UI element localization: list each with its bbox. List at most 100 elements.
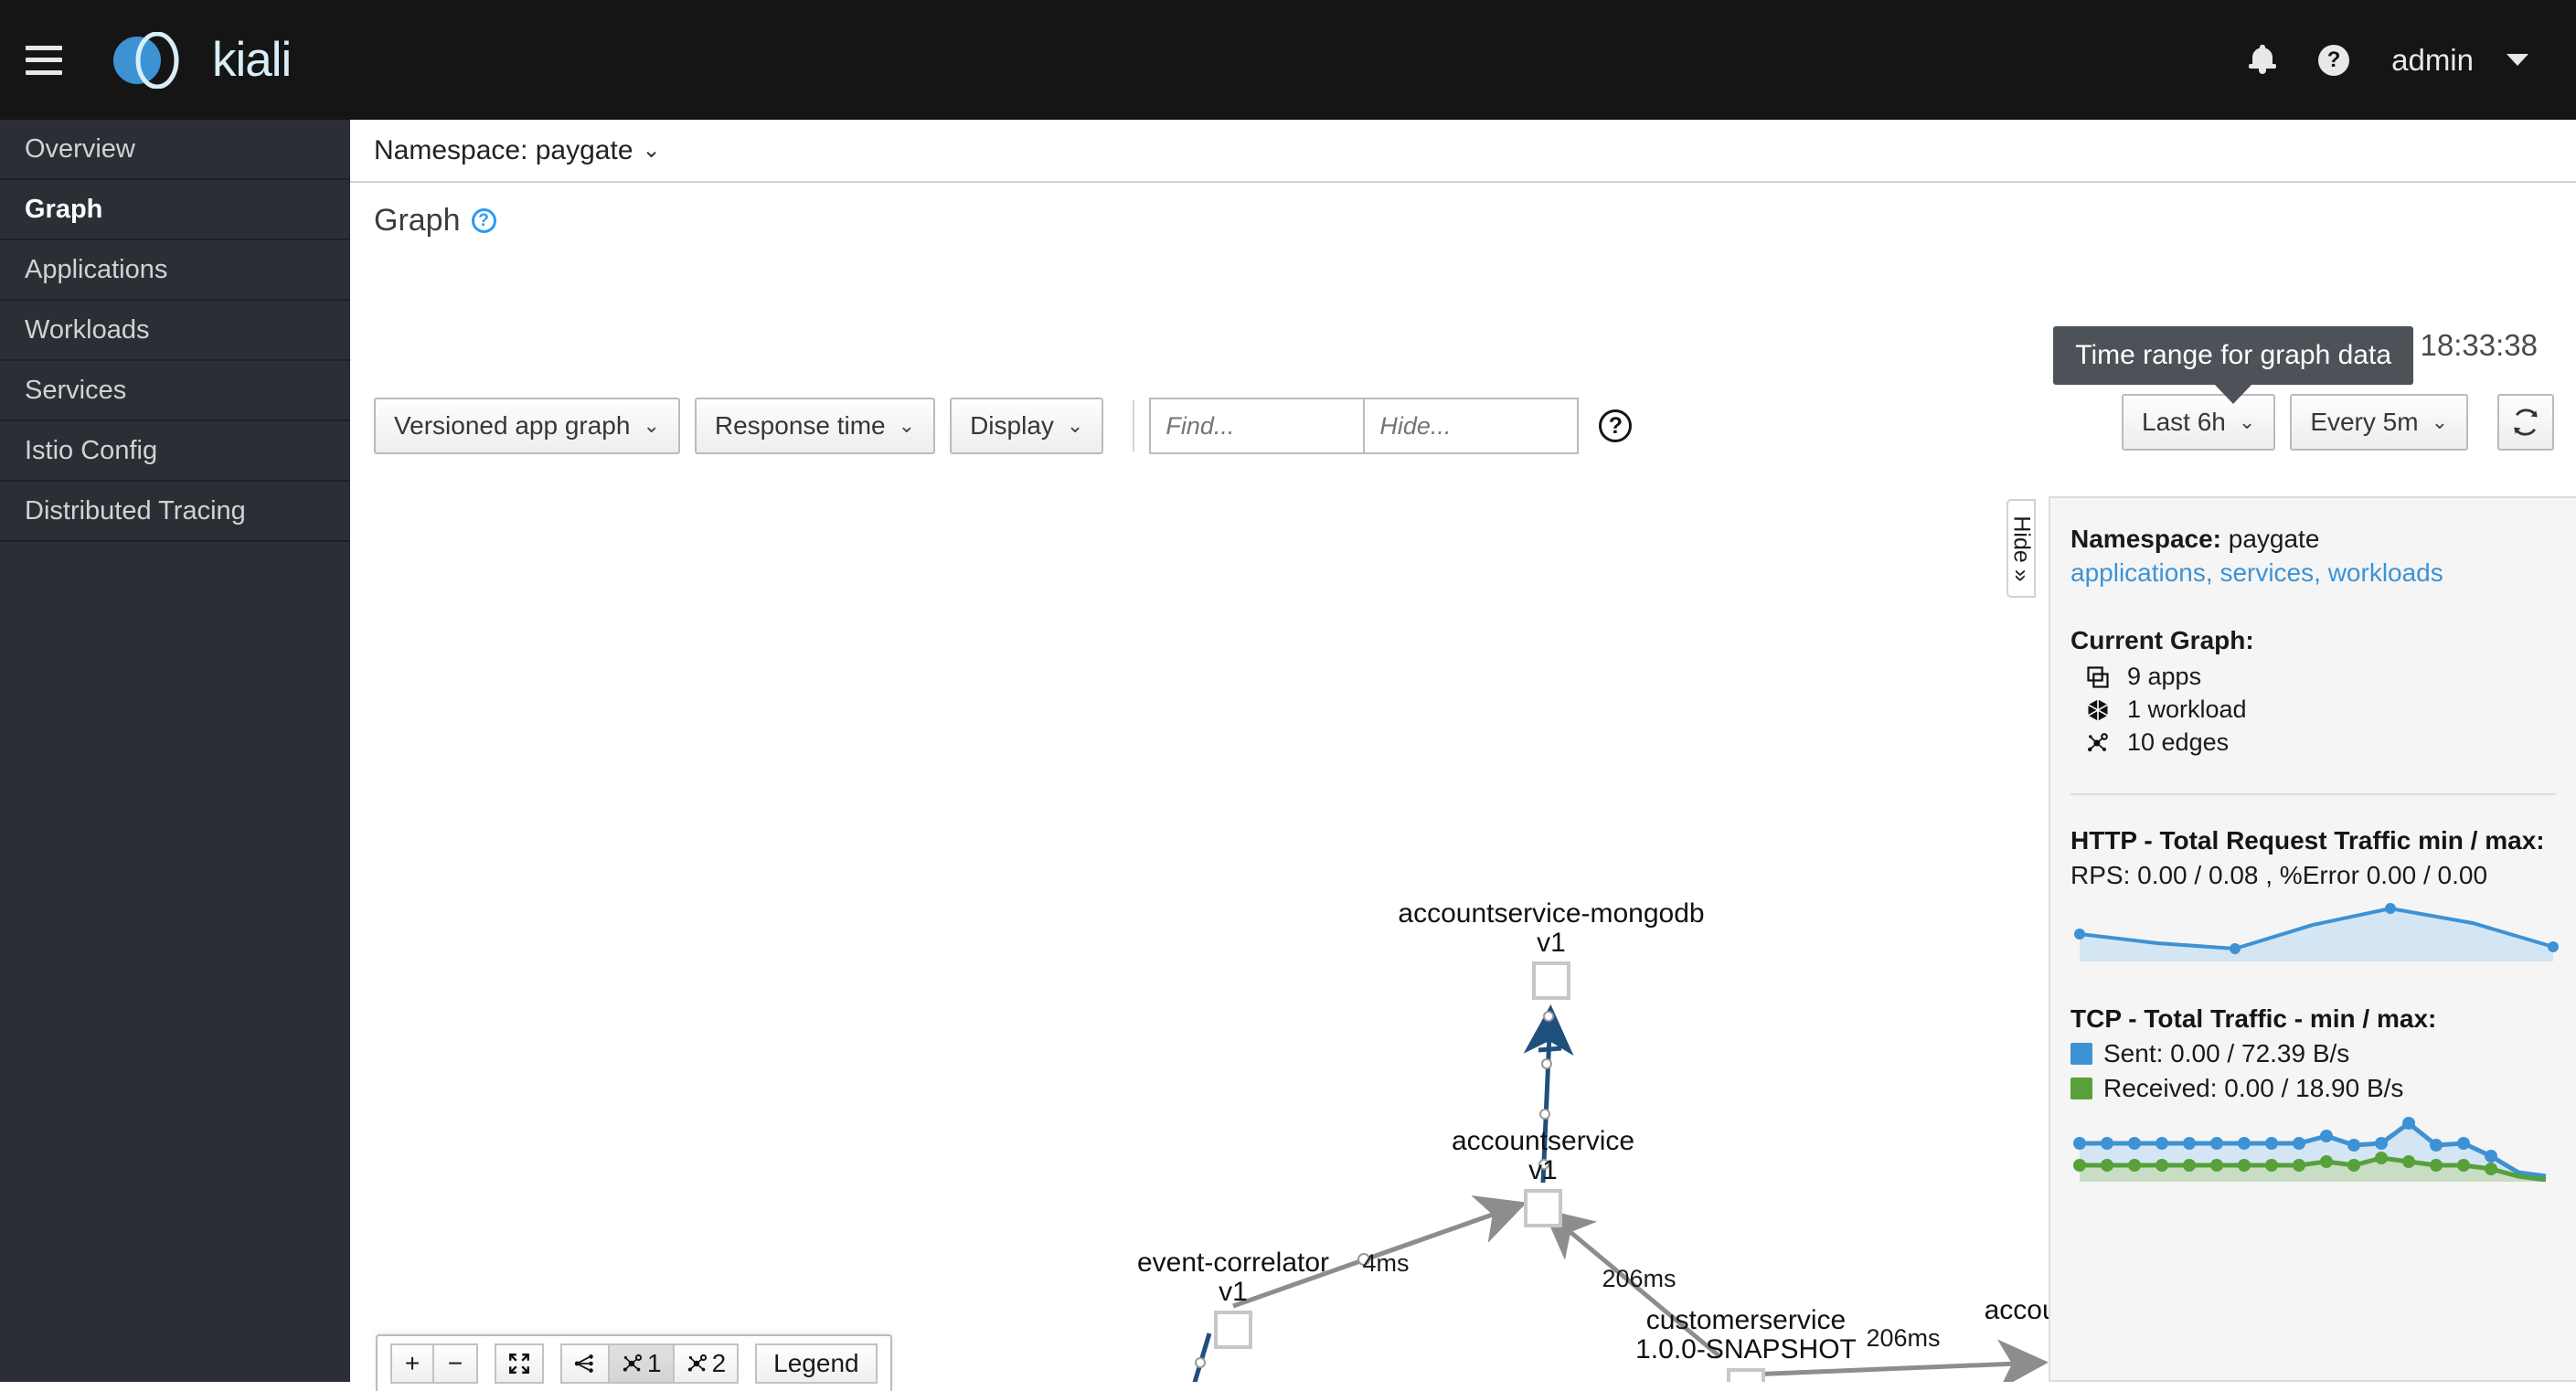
panel-divider [2070,793,2556,795]
edge-customerservice-accountservice[interactable] [1542,1208,1721,1358]
hide-input[interactable] [1364,398,1580,454]
edge-event-correlator-kafka[interactable] [1155,1333,1212,1382]
hide-panel-toggle[interactable]: Hide » [2007,499,2036,598]
graph-node-accountservice-mongodb[interactable] [1532,961,1570,1000]
bell-icon[interactable] [2249,44,2277,76]
sidebar-item-distributed-tracing[interactable]: Distributed Tracing [0,482,350,542]
chevron-down-icon: ⌄ [1066,414,1084,437]
current-graph-heading: Current Graph: [2070,626,2254,654]
link-applications[interactable]: applications [2070,558,2206,587]
sidebar-item-label: Services [25,375,127,405]
graph-node-accountservice[interactable] [1524,1189,1562,1227]
graph-type-label: Versioned app graph [394,411,631,440]
layout-dagre-icon [574,1354,593,1373]
help-circle-icon[interactable]: ? [2318,44,2350,76]
chevron-down-icon [2507,54,2528,66]
masthead-actions: ? admin [2249,43,2528,78]
layout-2-button[interactable]: 2 [674,1343,740,1384]
time-range-dropdown[interactable]: Last 6h ⌄ [2122,394,2276,451]
user-menu[interactable]: admin [2391,43,2528,78]
stat-apps-text: 9 apps [2127,663,2202,690]
graph-node-event-correlator[interactable] [1214,1311,1252,1349]
time-range-label: Last 6h [2142,408,2226,436]
tcp-metric-block: TCP - Total Traffic - min / max: Sent: 0… [2070,1004,2556,1186]
stat-workloads-text: 1 workload [2127,696,2247,723]
http-metric-title: HTTP - Total Request Traffic min / max: [2070,826,2545,855]
tcp-metric-title: TCP - Total Traffic - min / max: [2070,1004,2437,1033]
time-controls: Last 6h ⌄ Every 5m ⌄ [2122,394,2554,451]
find-input[interactable] [1149,398,1365,454]
graph-summary-panel: Namespace: paygate applications, service… [2049,496,2576,1382]
graph-type-dropdown[interactable]: Versioned app graph ⌄ [374,398,680,454]
page-header: Graph ? [350,183,2576,239]
fit-to-screen-button[interactable] [495,1343,544,1384]
brand-name: kiali [212,33,292,87]
edge-customerservice-accountprofile[interactable] [1748,1339,2049,1382]
panel-links: applications, services, workloads [2070,558,2443,587]
sidebar-item-graph[interactable]: Graph [0,180,350,240]
chevron-down-icon: ⌄ [643,414,660,437]
edges-topology-icon [2088,732,2108,751]
panel-namespace-value: paygate [2228,525,2320,553]
tcp-legend-received: Received: 0.00 / 18.90 B/s [2070,1074,2556,1103]
sidebar-item-workloads[interactable]: Workloads [0,301,350,361]
tcp-legend-sent: Sent: 0.00 / 72.39 B/s [2070,1039,2556,1068]
namespace-selector[interactable]: Namespace: paygate ⌄ [350,120,2576,183]
layout-1-button[interactable]: 1 [610,1343,675,1384]
sidebar-item-label: Graph [25,194,103,224]
graph-node-customerservice[interactable] [1727,1368,1765,1382]
namespace-label: Namespace: paygate [374,134,633,165]
find-hide-group [1149,398,1580,454]
stat-workloads: 1 workload [2085,696,2556,724]
edge-metric-dropdown[interactable]: Response time ⌄ [694,398,936,454]
sidebar-item-label: Distributed Tracing [25,495,246,526]
layout-2-label: 2 [711,1349,727,1377]
link-workloads[interactable]: workloads [2328,558,2443,587]
sidebar-item-applications[interactable]: Applications [0,240,350,301]
display-dropdown[interactable]: Display ⌄ [950,398,1104,454]
user-name: admin [2391,42,2474,77]
edge-event-correlator-accountservice[interactable] [1232,1195,1528,1309]
page-title: Graph [374,203,461,238]
fit-controls [495,1343,544,1384]
sidebar-item-label: Applications [25,254,168,284]
sidebar-item-overview[interactable]: Overview [0,120,350,180]
main-content: Namespace: paygate ⌄ Graph ? Versioned a… [350,120,2576,1382]
sidebar-item-label: Istio Config [25,435,158,465]
http-metric-block: HTTP - Total Request Traffic min / max: … [2070,826,2559,973]
masthead: kiali ? admin [0,0,2576,120]
layout-dagre-button[interactable] [560,1343,610,1384]
chevron-down-icon: ⌄ [898,414,916,437]
edge-metric-label: Response time [714,411,886,440]
hamburger-icon[interactable] [26,45,62,75]
sidebar: Overview Graph Applications Workloads Se… [0,120,350,1382]
zoom-out-button[interactable]: − [434,1343,478,1384]
find-help-icon[interactable]: ? [1599,409,1633,442]
sidebar-item-label: Workloads [25,314,150,345]
legend-button[interactable]: Legend [755,1343,878,1384]
edge-accountservice-mongodb[interactable] [1523,1004,1574,1184]
link-services[interactable]: services [2219,558,2314,587]
time-range-tooltip: Time range for graph data [2053,326,2413,404]
double-chevron-icon: » [2008,568,2035,582]
panel-namespace-label: Namespace: [2070,525,2221,553]
refresh-interval-dropdown[interactable]: Every 5m ⌄ [2290,394,2468,451]
layout-topology-icon [687,1354,707,1372]
kiali-logo-icon [101,31,197,89]
stat-apps: 9 apps [2085,663,2556,691]
http-metric-values: RPS: 0.00 / 0.08 , %Error 0.00 / 0.00 [2070,861,2488,889]
http-sparkline-chart [2070,903,2559,973]
layout-controls: 1 2 [560,1343,740,1384]
workload-cube-icon [2088,698,2108,721]
layout-topology-icon [623,1354,643,1372]
help-circle-icon[interactable]: ? [471,208,496,233]
service-graph-canvas[interactable]: accountservice-mongodb v1 accountservice v… [350,483,2576,1382]
panel-namespace-row: Namespace: paygate [2070,520,2556,558]
brand-logo-block[interactable]: kiali [101,31,292,89]
stat-edges-text: 10 edges [2127,728,2230,756]
sidebar-item-services[interactable]: Services [0,361,350,421]
sidebar-item-istio-config[interactable]: Istio Config [0,421,350,482]
zoom-in-button[interactable]: + [390,1343,434,1384]
chevron-down-icon: ⌄ [2238,410,2256,433]
refresh-button[interactable] [2497,394,2554,451]
